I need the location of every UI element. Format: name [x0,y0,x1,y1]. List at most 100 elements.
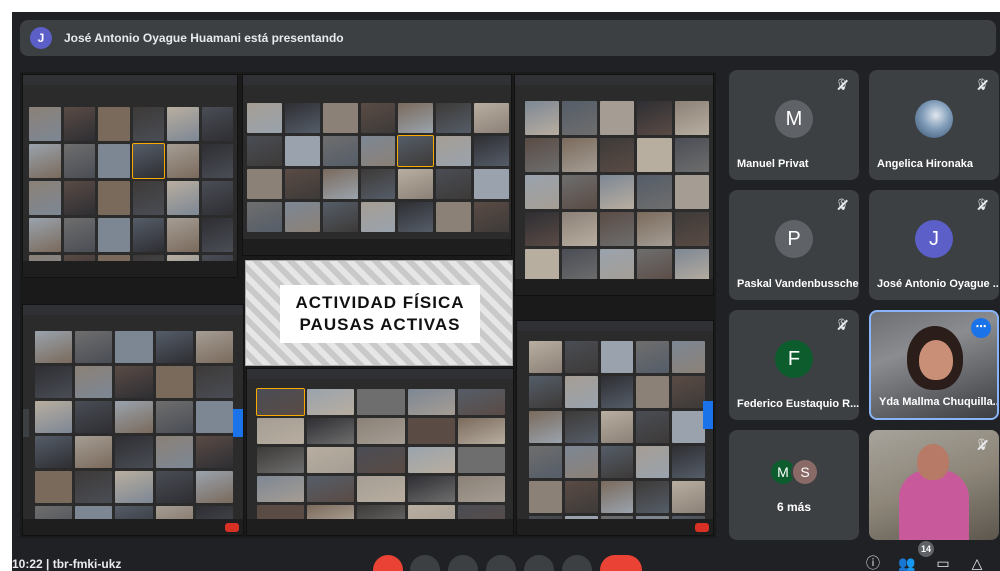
participant-thumbnail [529,376,562,408]
participant-thumbnail [674,138,709,172]
participant-thumbnail [398,202,434,232]
participant-thumbnail [201,107,233,141]
participant-thumbnail [599,212,635,246]
participant-tile[interactable]: 🎙 Angelica Hironaka [869,70,999,180]
participant-name: Paskal Vandenbussche [737,278,859,290]
participant-thumbnail [599,249,635,283]
participant-thumbnail [307,447,355,473]
presenter-avatar: J [30,27,52,49]
leave-call-button[interactable] [600,555,642,571]
participant-video-tile[interactable]: ⋯ Yda Mallma Chuquilla... [869,310,999,420]
participant-thumbnail [360,169,396,199]
participant-thumbnail [115,401,153,433]
participant-thumbnail [255,388,306,416]
participant-thumbnail [115,471,153,503]
participant-thumbnail [600,481,634,513]
participant-thumbnail [155,436,193,468]
participant-thumbnail [525,101,560,135]
participant-thumbnail [529,411,562,443]
participant-thumbnail [357,447,405,473]
screen-panel-bottom-right [516,320,714,536]
participant-thumbnail [562,175,597,209]
participant-thumbnail [195,436,233,468]
participant-thumbnail [564,481,598,513]
participant-thumbnail [457,389,505,415]
participant-thumbnail [636,446,670,478]
participant-tile[interactable]: 🎙 P Paskal Vandenbussche [729,190,859,300]
mic-button[interactable] [373,555,403,571]
present-button[interactable] [524,555,554,571]
participant-thumbnail [98,218,130,252]
participant-thumbnail [360,103,396,133]
participant-thumbnail [529,446,562,478]
raise-hand-button[interactable] [486,555,516,571]
participant-thumbnail [674,212,709,246]
participant-thumbnail [35,401,73,433]
participant-tile[interactable]: 🎙 J José Antonio Oyague ... [869,190,999,300]
participant-thumbnail [525,138,560,172]
participant-thumbnail [167,218,199,252]
profile-photo-icon [915,100,953,138]
participant-thumbnail [35,471,73,503]
participant-thumbnail [155,366,193,398]
screen-panel-top-right [514,74,714,296]
participant-thumbnail [599,138,635,172]
scroll-right-arrow[interactable] [233,409,243,437]
participant-thumbnail [672,376,705,408]
video-grid [529,341,705,535]
chat-icon[interactable]: ▭ [934,555,952,571]
participant-thumbnail [75,366,113,398]
participant-thumbnail [195,331,233,363]
camera-button[interactable] [410,555,440,571]
participant-thumbnail [63,181,95,215]
participant-thumbnail [75,331,113,363]
participant-name: José Antonio Oyague ... [877,278,999,290]
participant-thumbnail [357,418,405,444]
participant-tile[interactable]: 🎙 M Manuel Privat [729,70,859,180]
participant-video-tile[interactable]: 🎙 [869,430,999,540]
participant-thumbnail [562,101,597,135]
people-icon[interactable]: 👥 [898,555,916,571]
meeting-time-and-code: 10:22 | tbr-fmki-ukz [12,557,122,571]
video-grid [35,331,233,535]
participant-thumbnail [307,476,355,502]
participant-thumbnail [457,447,505,473]
participant-thumbnail [474,202,509,232]
participant-thumbnail [132,181,164,215]
activities-icon[interactable]: △ [968,555,986,571]
scroll-right-arrow[interactable] [703,401,713,429]
participant-thumbnail [35,366,73,398]
screen-panel-top-left [22,74,238,278]
info-icon[interactable]: ⓘ [864,555,882,571]
participant-thumbnail [564,411,598,443]
participant-thumbnail [529,341,562,373]
participant-thumbnail [257,476,305,502]
participant-name: Manuel Privat [737,158,809,170]
participant-avatar: P [775,220,813,258]
participant-thumbnail [564,376,598,408]
more-options-icon[interactable]: ⋯ [971,318,991,338]
participant-tile[interactable]: 🎙 F Federico Eustaquio R... [729,310,859,420]
participant-thumbnail [474,169,509,199]
participant-thumbnail [29,218,61,252]
participant-thumbnail [201,218,233,252]
participant-thumbnail [562,138,597,172]
participant-thumbnail [599,101,635,135]
participant-thumbnail [75,436,113,468]
participant-thumbnail [600,411,634,443]
slide-title-line-1: ACTIVIDAD FÍSICA [295,293,465,312]
scroll-left-arrow[interactable] [23,409,29,437]
participant-thumbnail [398,103,434,133]
participant-thumbnail [360,202,396,232]
slide-title-line-2: PAUSAS ACTIVAS [299,315,461,334]
participant-thumbnail [322,136,358,166]
more-options-button[interactable] [562,555,592,571]
participant-thumbnail [167,107,199,141]
captions-button[interactable] [448,555,478,571]
participant-thumbnail [132,218,164,252]
participant-thumbnail [674,175,709,209]
participant-thumbnail [672,481,705,513]
more-participants-tile[interactable]: M S 6 más [729,430,859,540]
participant-thumbnail [322,169,358,199]
participant-thumbnail [457,476,505,502]
